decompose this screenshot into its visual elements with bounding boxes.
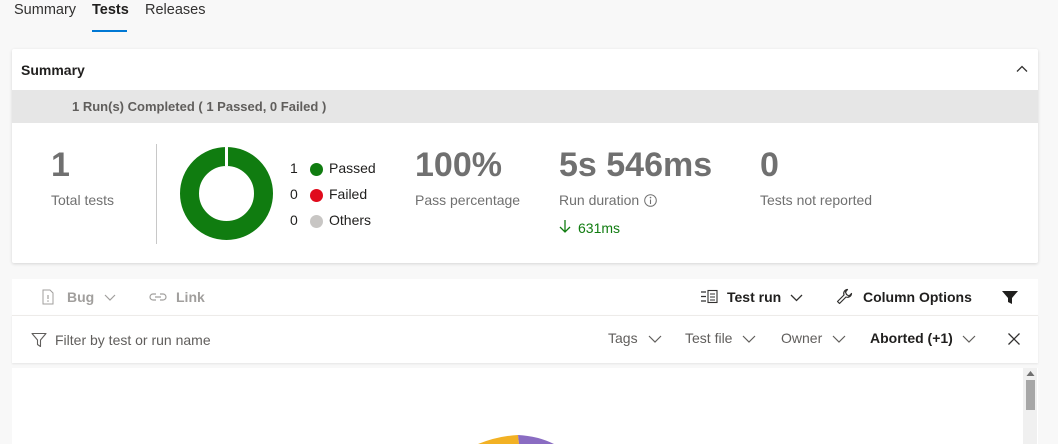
chevron-down-icon [962, 335, 976, 343]
legend-others-count: 0 [290, 212, 298, 228]
not-reported-value: 0 [760, 146, 779, 184]
link-button[interactable]: Link [176, 289, 205, 307]
scrollbar-thumb[interactable] [1026, 380, 1035, 410]
filter-icon[interactable] [1001, 290, 1019, 305]
chevron-down-icon [742, 335, 756, 343]
owner-dropdown[interactable]: Owner [781, 330, 822, 346]
link-icon [149, 293, 167, 301]
test-file-dropdown[interactable]: Test file [685, 330, 732, 346]
chevron-down-icon [790, 294, 803, 302]
legend-failed-count: 0 [290, 186, 298, 202]
outcome-donut-chart [180, 147, 273, 240]
results-content-area [12, 368, 1038, 444]
legend-passed-count: 1 [290, 160, 298, 176]
run-status-text: 1 Run(s) Completed ( 1 Passed, 0 Failed … [72, 99, 327, 114]
run-duration-delta: 631ms [578, 220, 621, 236]
active-tab-indicator [92, 30, 127, 32]
pie-slice-yellow [478, 435, 520, 444]
info-icon[interactable] [644, 194, 657, 207]
summary-card-title: Summary [21, 62, 85, 78]
run-duration-value: 5s 546ms [559, 146, 713, 184]
scroll-up-icon[interactable] [1026, 370, 1035, 377]
column-options-button[interactable]: Column Options [863, 289, 972, 307]
donut-passed-segment [180, 147, 273, 240]
chevron-down-icon [832, 335, 846, 343]
tags-dropdown[interactable]: Tags [608, 330, 638, 346]
close-icon[interactable] [1007, 332, 1021, 346]
filter-outline-icon [31, 332, 47, 348]
pass-percentage-label: Pass percentage [415, 192, 521, 208]
group-by-icon [701, 289, 718, 304]
legend-passed-dot [310, 163, 323, 176]
arrow-down-icon [559, 220, 571, 233]
chevron-up-icon[interactable] [1014, 61, 1030, 77]
legend-others-dot [310, 215, 323, 228]
tab-summary[interactable]: Summary [14, 1, 76, 19]
legend-passed-label: Passed [329, 160, 376, 176]
summary-card: Summary 1 Run(s) Completed ( 1 Passed, 0… [12, 49, 1038, 263]
outcome-dropdown[interactable]: Aborted (+1) [870, 330, 953, 346]
bug-button[interactable]: Bug [67, 289, 94, 307]
tab-tests[interactable]: Tests [92, 1, 129, 19]
stats-divider [156, 144, 157, 244]
legend-others-label: Others [329, 212, 372, 228]
vertical-scrollbar[interactable] [1023, 368, 1037, 444]
run-duration-label: Run duration [559, 192, 640, 208]
filter-bar: Tags Test file Owner Aborted (+1) [12, 315, 1038, 363]
total-tests-value: 1 [51, 146, 70, 184]
legend-failed-dot [310, 189, 323, 202]
bug-icon [42, 289, 54, 305]
not-reported-label: Tests not reported [760, 192, 873, 208]
chevron-down-icon [648, 335, 662, 343]
pass-percentage-value: 100% [415, 146, 502, 184]
total-tests-label: Total tests [51, 192, 115, 208]
filter-search-input[interactable] [55, 332, 315, 348]
chevron-down-icon [104, 294, 116, 301]
pie-slice-purple [518, 435, 554, 444]
run-status-banner: 1 Run(s) Completed ( 1 Passed, 0 Failed … [12, 90, 1038, 123]
partial-pie-chart [478, 435, 554, 444]
tab-releases[interactable]: Releases [145, 1, 205, 19]
tab-bar: Summary Tests Releases [0, 0, 1058, 36]
wrench-icon [836, 288, 853, 305]
test-run-groupby-button[interactable]: Test run [727, 289, 781, 307]
legend-failed-label: Failed [329, 186, 368, 202]
